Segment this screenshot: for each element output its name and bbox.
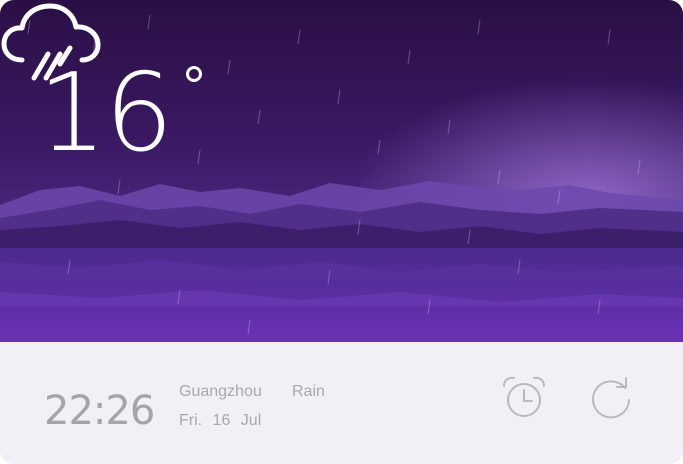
weather-widget: 16 22:26 Guangzhou Rain Fri. 16 Jul [0,0,683,464]
date-label: Fri. 16 Jul [179,412,262,429]
alarm-button[interactable] [500,374,548,422]
alarm-clock-icon [503,376,545,417]
degree-symbol [186,66,202,82]
weather-scene: 16 [0,0,683,342]
refresh-icon [592,377,630,419]
rain-cloud-icon [1,3,101,81]
city-name: Guangzhou [179,383,262,400]
weather-condition: Rain [292,383,325,400]
refresh-button[interactable] [587,374,635,422]
clock-time: 22:26 [44,388,155,434]
